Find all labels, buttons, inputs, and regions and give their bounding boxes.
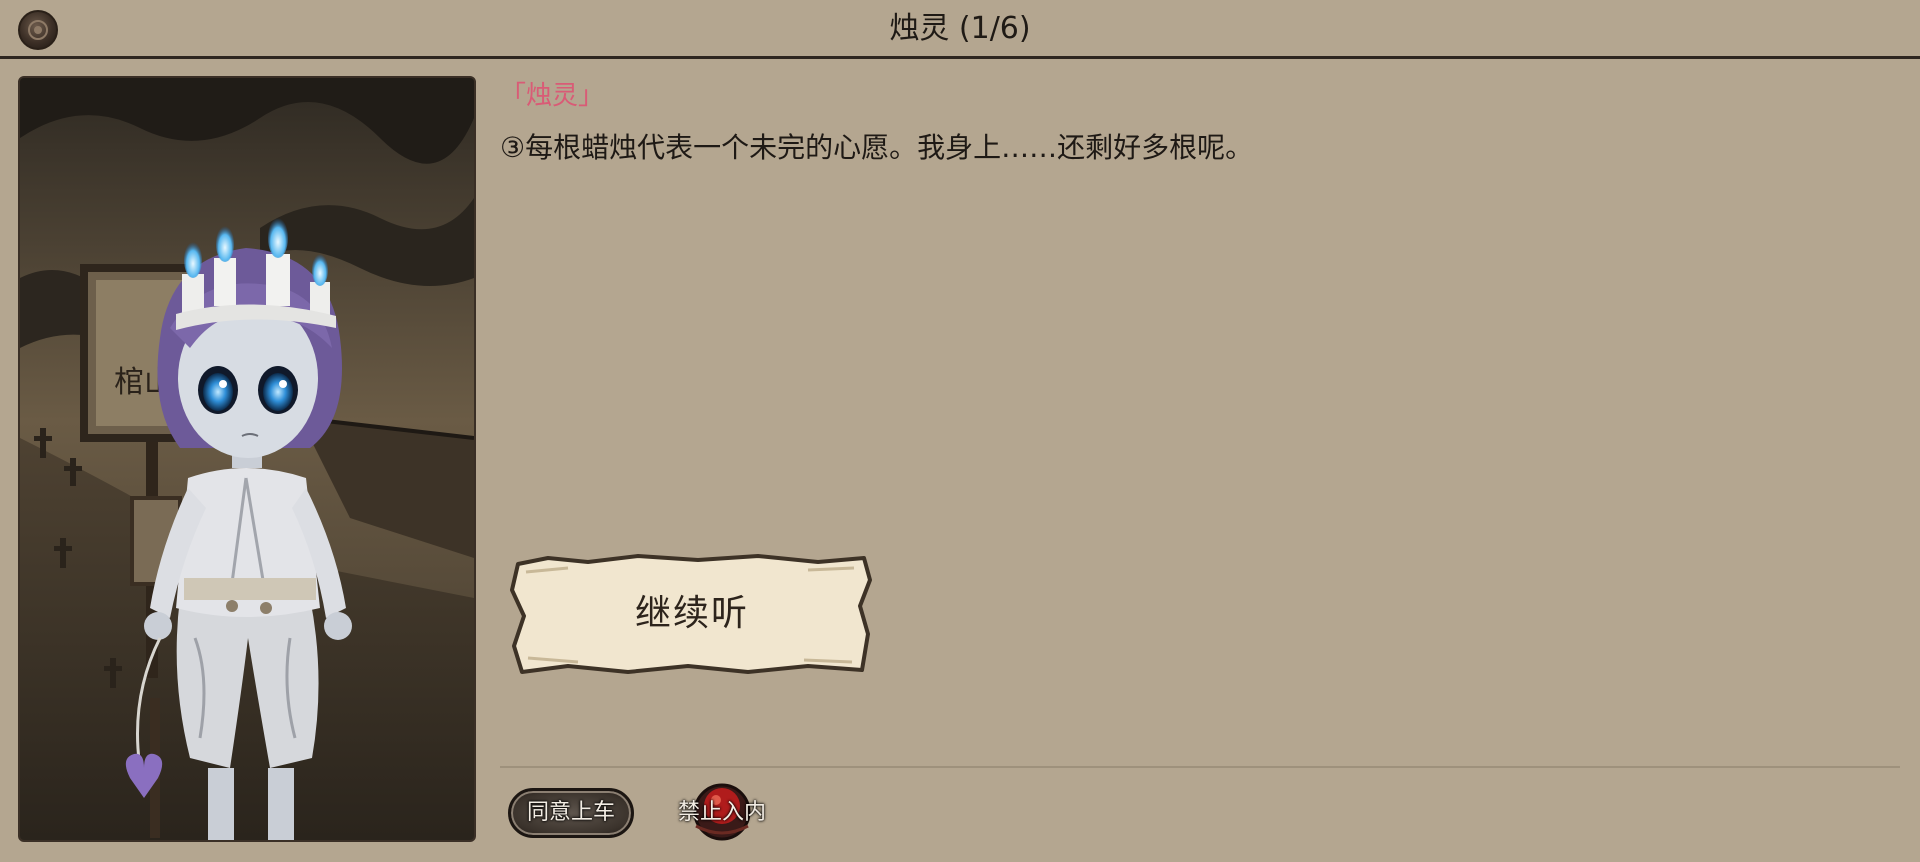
agree-button-label: 同意上车 xyxy=(526,800,615,825)
continue-listening-button[interactable]: 继续听 xyxy=(508,550,876,678)
page-title: 烛灵 (1/6) xyxy=(889,11,1031,46)
top-bar: 烛灵 (1/6) xyxy=(0,0,1920,59)
dialogue-text: ③每根蜡烛代表一个未完的心愿。我身上……还剩好多根呢。 xyxy=(500,131,1254,164)
deny-button-label: 禁止入内 xyxy=(677,800,766,825)
deny-entry-button[interactable]: 禁止入内 xyxy=(670,782,774,842)
continue-button-label: 继续听 xyxy=(634,593,749,634)
agree-board-button[interactable]: 同意上车 xyxy=(508,782,634,842)
speaker-name: 「烛灵」 xyxy=(500,81,605,111)
divider xyxy=(500,766,1900,768)
character-portrait: 棺山 xyxy=(18,76,476,842)
